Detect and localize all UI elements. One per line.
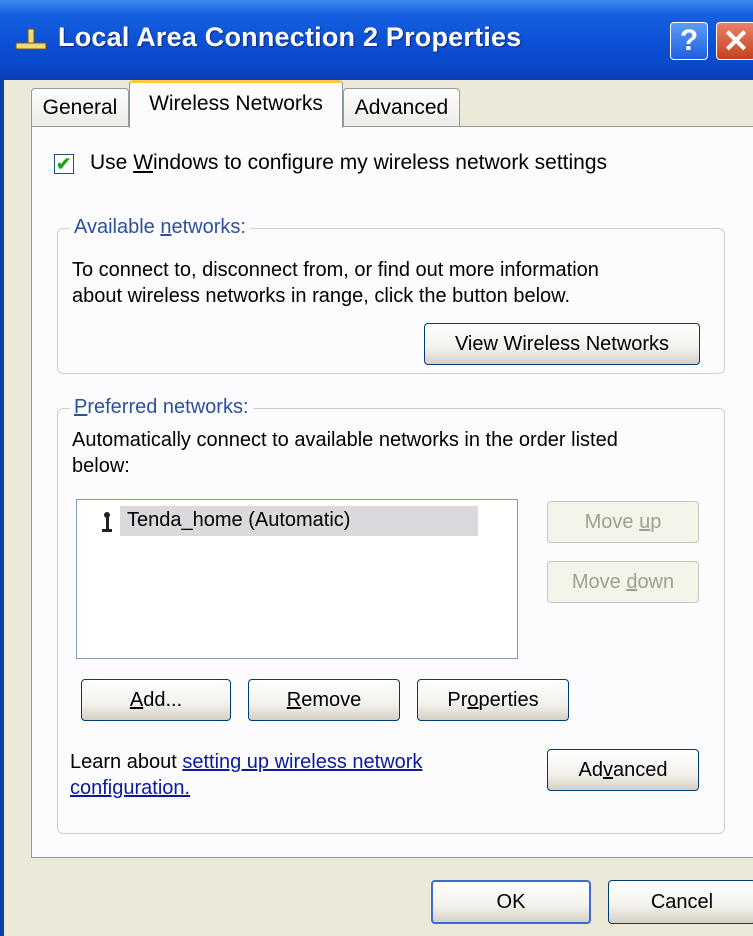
properties-button[interactable]: Properties [417, 679, 569, 721]
list-item[interactable]: Tenda_home (Automatic) [77, 506, 479, 536]
available-networks-legend: Available networks: [70, 216, 250, 239]
preferred-networks-description: Automatically connect to available netwo… [72, 429, 618, 477]
tab-advanced[interactable]: Advanced [343, 88, 460, 126]
setup-wireless-link[interactable]: setting up wireless network [182, 751, 422, 773]
preferred-networks-list[interactable]: Tenda_home (Automatic) [76, 499, 518, 659]
network-name: Tenda_home (Automatic) [127, 509, 351, 531]
add-button[interactable]: Add... [81, 679, 231, 721]
network-connection-icon [15, 28, 47, 50]
window-title: Local Area Connection 2 Properties [58, 22, 522, 52]
tab-panel-wireless-networks: ✔ Use Windows to configure my wireless n… [31, 126, 753, 858]
ok-button[interactable]: OK [431, 880, 591, 924]
preferred-networks-legend: Preferred networks: [70, 396, 253, 419]
move-up-button[interactable]: Move up [547, 501, 699, 543]
learn-about-text: Learn about setting up wireless network … [70, 751, 423, 799]
move-down-button[interactable]: Move down [547, 561, 699, 603]
cancel-button[interactable]: Cancel [608, 880, 753, 924]
tab-general[interactable]: General [31, 88, 129, 126]
available-networks-description: To connect to, disconnect from, or find … [72, 259, 599, 307]
help-button[interactable]: ? [670, 22, 708, 60]
available-networks-group: Available networks: To connect to, disco… [57, 216, 725, 374]
setup-wireless-link-continued[interactable]: configuration. [70, 777, 190, 799]
use-windows-checkbox-label[interactable]: Use Windows to configure my wireless net… [90, 151, 607, 175]
wireless-antenna-icon [102, 512, 112, 532]
use-windows-checkbox[interactable]: ✔ [54, 154, 74, 174]
tab-wireless-networks[interactable]: Wireless Networks [129, 80, 343, 128]
advanced-button[interactable]: Advanced [547, 749, 699, 791]
close-button[interactable]: ✕ [716, 22, 753, 60]
checkmark-icon: ✔ [56, 154, 72, 174]
remove-button[interactable]: Remove [248, 679, 400, 721]
title-bar: Local Area Connection 2 Properties ? ✕ [0, 0, 753, 80]
window-frame [0, 80, 4, 936]
view-wireless-networks-button[interactable]: View Wireless Networks [424, 323, 700, 365]
